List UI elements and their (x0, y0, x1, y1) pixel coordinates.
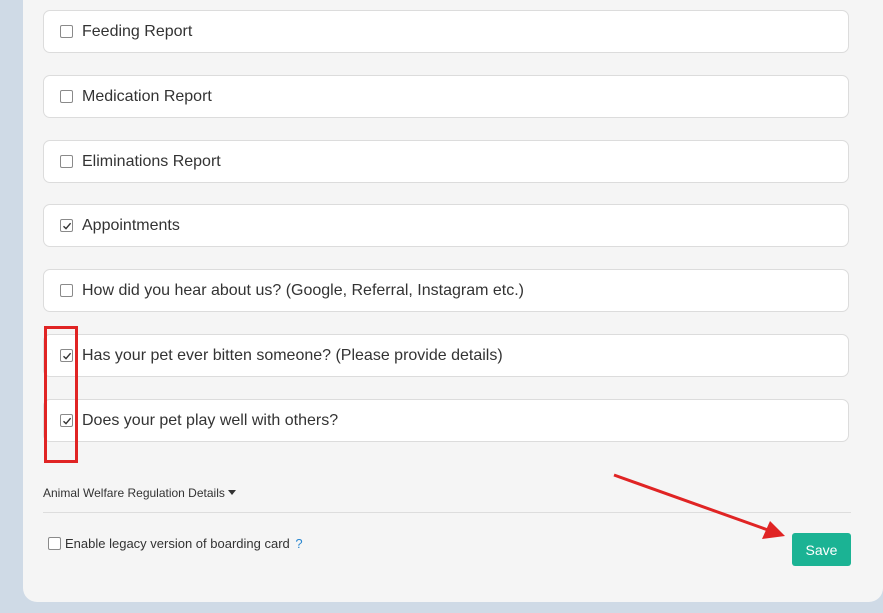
checkbox[interactable] (60, 284, 73, 297)
checkmark-icon (63, 222, 72, 230)
legacy-boarding-card-option[interactable]: Enable legacy version of boarding card ? (48, 536, 303, 551)
option-label: Medication Report (82, 88, 212, 105)
option-feeding-report[interactable]: Feeding Report (43, 10, 849, 53)
checkbox[interactable] (60, 25, 73, 38)
option-appointments[interactable]: Appointments (43, 204, 849, 247)
legacy-label: Enable legacy version of boarding card (65, 536, 290, 551)
option-play-well[interactable]: Does your pet play well with others? (43, 399, 849, 442)
option-pet-bitten[interactable]: Has your pet ever bitten someone? (Pleas… (43, 334, 849, 377)
option-label: Appointments (82, 217, 180, 234)
divider (43, 512, 851, 513)
checkbox[interactable] (60, 155, 73, 168)
option-label: Eliminations Report (82, 153, 221, 170)
option-label: Has your pet ever bitten someone? (Pleas… (82, 347, 503, 364)
animal-welfare-details-toggle[interactable]: Animal Welfare Regulation Details (43, 486, 236, 500)
details-label: Animal Welfare Regulation Details (43, 486, 225, 500)
option-how-did-you-hear[interactable]: How did you hear about us? (Google, Refe… (43, 269, 849, 312)
help-icon[interactable]: ? (295, 536, 302, 551)
option-label: How did you hear about us? (Google, Refe… (82, 282, 524, 299)
legacy-checkbox[interactable] (48, 537, 61, 550)
annotation-highlight-box (44, 326, 78, 463)
caret-down-icon (227, 490, 236, 495)
option-medication-report[interactable]: Medication Report (43, 75, 849, 118)
checkbox[interactable] (60, 90, 73, 103)
save-button[interactable]: Save (792, 533, 851, 566)
option-label: Does your pet play well with others? (82, 412, 339, 429)
checkbox-checked[interactable] (60, 219, 73, 232)
option-eliminations-report[interactable]: Eliminations Report (43, 140, 849, 183)
option-label: Feeding Report (82, 23, 193, 40)
